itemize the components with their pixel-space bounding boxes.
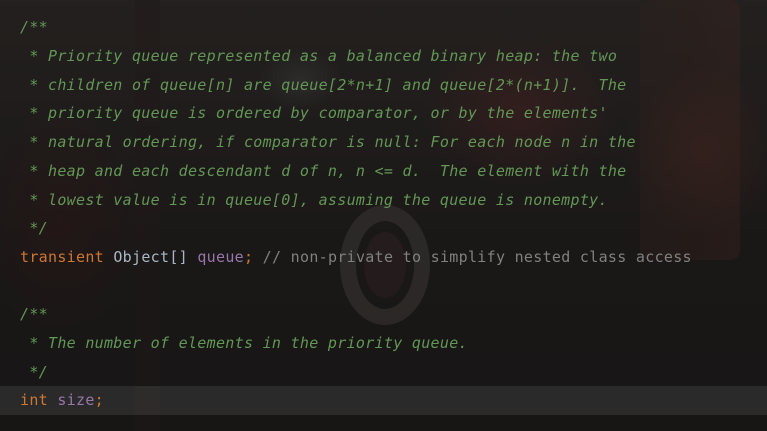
type-object-array: Object[] [113,248,188,266]
code-line-size-declaration: int size; [0,386,767,415]
code-line: * natural ordering, if comparator is nul… [20,133,636,151]
code-line: * lowest value is in queue[0], assuming … [20,191,608,209]
keyword-int: int [20,391,48,409]
code-line: * The number of elements in the priority… [20,334,468,352]
code-line: /** [20,18,48,36]
semicolon: ; [243,248,254,266]
keyword-transient: transient [20,248,104,266]
semicolon: ; [94,391,105,409]
code-line: */ [20,219,48,237]
code-line: * priority queue is ordered by comparato… [20,104,608,122]
code-line-queue-declaration: transient Object[] queue; // non-private… [20,243,692,272]
field-size: size [57,391,95,409]
code-line: /** [20,305,48,323]
code-line: * heap and each descendant d of n, n <= … [20,162,627,180]
code-line: */ [20,363,48,381]
field-queue: queue [197,248,244,266]
code-line: * children of queue[n] are queue[2*n+1] … [20,76,627,94]
code-line: * Priority queue represented as a balanc… [20,47,618,65]
code-editor[interactable]: /** * Priority queue represented as a ba… [0,0,767,431]
line-comment: // non-private to simplify nested class … [262,248,692,266]
